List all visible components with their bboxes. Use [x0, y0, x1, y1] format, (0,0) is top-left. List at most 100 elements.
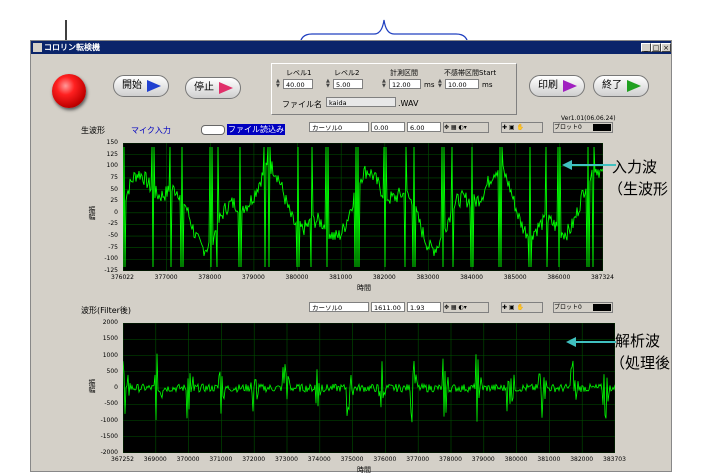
graph1-zoom-tools[interactable]: ✚ ▣ ✋ [501, 122, 543, 133]
graph2-ytick: 1000 [102, 351, 118, 359]
graph2-ytick: 2000 [102, 319, 118, 326]
graph1-cursor-x[interactable]: 0.00 [371, 122, 405, 132]
start-button[interactable]: 開始 [113, 75, 169, 97]
graph2-xtick: 383703 [603, 456, 626, 463]
graph2-xtick: 377000 [406, 456, 430, 463]
graph2-xtick: 378000 [439, 456, 462, 463]
graph1-ytick: 150 [106, 139, 118, 146]
window-title: コロリン転検機 [44, 43, 100, 52]
exit-button[interactable]: 終了 [593, 75, 649, 97]
graph1-ytick: -25 [108, 220, 118, 228]
file-read-label: ファイル読込み [227, 124, 285, 135]
level2-spinner-icon[interactable]: ▲ ▼ [326, 79, 331, 89]
level1-field[interactable]: 40.00 [283, 79, 313, 89]
graph2-xtick: 374000 [307, 456, 331, 463]
filename-field[interactable]: kaida [326, 97, 396, 107]
filename-label: ファイル名 [282, 100, 322, 109]
graph1-xlabel: 時間 [357, 284, 371, 292]
graph1-ytick: 0 [114, 208, 118, 216]
graph2-cursor-select[interactable]: カーソル0 [309, 302, 369, 312]
graph2-xtick: 380000 [504, 456, 528, 463]
dead-band-unit: ms [482, 81, 493, 89]
input-mode-toggle[interactable] [201, 125, 225, 135]
graph2-xtick: 373000 [275, 456, 298, 463]
graph1-xtick: 379000 [241, 274, 265, 281]
graph1-ytick: -75 [108, 243, 118, 251]
measure-label: 計測区間 [390, 69, 418, 77]
measure-spinner-icon[interactable]: ▲ ▼ [382, 79, 387, 89]
graph2-xtick: 379000 [471, 456, 495, 463]
arrow-right-icon [147, 80, 161, 92]
level2-label: レベル2 [334, 69, 360, 77]
arrow-right-icon [627, 80, 641, 92]
level2-field[interactable]: 5.00 [333, 79, 363, 89]
stop-label: 停止 [194, 82, 214, 93]
stop-button[interactable]: 停止 [185, 77, 241, 99]
graph1-ytick: 25 [110, 197, 118, 205]
filename-extension: .WAV [398, 99, 419, 108]
analysis-wave-annotation-sub: （処理後 [610, 354, 671, 372]
graph2-ytick: 500 [106, 367, 118, 375]
version-label: Ver1.01(06.06.24) [561, 115, 616, 122]
graph2-plot-area[interactable] [122, 322, 616, 454]
graph2-cursor-y[interactable]: 1.93 [407, 302, 441, 312]
graph2-xtick: 381000 [537, 456, 561, 463]
graph2-xtick: 371000 [209, 456, 233, 463]
measure-field[interactable]: 12.00 [389, 79, 421, 89]
print-label: 印刷 [538, 80, 558, 91]
graph2-xtick: 369000 [143, 456, 167, 463]
graph1-xtick: 376022 [111, 274, 134, 281]
graph1-xtick: 384000 [460, 274, 483, 281]
graph1-ytick: -100 [104, 255, 118, 263]
analysis-arrow-head [566, 337, 576, 347]
graph1-cursor-select[interactable]: カーソル0 [309, 122, 369, 132]
maximize-icon[interactable]: □ [651, 43, 661, 52]
graph1-xtick: 381000 [329, 274, 353, 281]
graph2-xtick: 367252 [111, 456, 134, 463]
graph1-ytick: -50 [108, 232, 118, 240]
arrow-right-icon [219, 82, 233, 94]
minimize-icon[interactable]: _ [641, 43, 651, 52]
input-arrow-head [562, 160, 572, 170]
graph2-cursor-tools[interactable]: ✥ ▦ ◐▾ [443, 302, 489, 313]
graph1-xtick: 377000 [154, 274, 178, 281]
graph2-title: 波形(Filter後) [81, 306, 132, 315]
graph1-plot-label: プロット0 [554, 124, 582, 131]
status-led [52, 74, 86, 108]
settings-panel: レベル1 ▲ ▼ 40.00 レベル2 ▲ ▼ 5.00 計測区間 ▲ ▼ 12.00… [271, 63, 517, 115]
level1-spinner-icon[interactable]: ▲ ▼ [276, 79, 281, 89]
dead-band-spinner-icon[interactable]: ▲ ▼ [438, 79, 443, 89]
input-wave-annotation-sub: （生波形 [608, 180, 669, 198]
raw-wave-trace [122, 146, 604, 268]
graph2-ytick: -1500 [100, 432, 118, 440]
graph1-ytick: 100 [106, 162, 118, 170]
graph1-cursor-y[interactable]: 6.00 [407, 122, 441, 132]
measure-unit: ms [424, 81, 435, 89]
analysis-wave-annotation: 解析波 [615, 332, 661, 350]
graph2-cursor-x[interactable]: 1611.00 [371, 302, 405, 312]
graph2-xtick: 370000 [176, 456, 200, 463]
graph2-xtick: 375000 [340, 456, 364, 463]
dead-band-field[interactable]: 10.00 [445, 79, 479, 89]
graph1-cursor-tools[interactable]: ✥ ▦ ◐▾ [443, 122, 489, 133]
start-label: 開始 [122, 80, 142, 91]
graph1-ytick: 125 [106, 150, 118, 158]
title-bar: コロリン転検機 _ □ × [31, 41, 671, 54]
arrow-right-icon [563, 80, 577, 92]
graph1-ylabel: 振幅 [88, 206, 96, 220]
print-button[interactable]: 印刷 [529, 75, 585, 97]
graph1-legend-swatch [593, 124, 611, 131]
graph2-ylabel: 振幅 [88, 379, 96, 393]
graph2-zoom-tools[interactable]: ✚ ▣ ✋ [501, 302, 543, 313]
dead-band-label: 不感帯区間Start [444, 69, 497, 77]
graph2-xtick: 382000 [570, 456, 594, 463]
graph2-ytick: -2000 [100, 449, 118, 456]
close-icon[interactable]: × [661, 43, 671, 52]
level1-label: レベル1 [286, 69, 312, 77]
graph1-xtick: 382000 [372, 274, 396, 281]
graph1-plot-area[interactable] [122, 142, 604, 272]
graph1-xtick: 378000 [198, 274, 222, 281]
graph1-title: 生波形 [81, 126, 105, 135]
graph1-xtick: 385000 [503, 274, 527, 281]
graph1-xtick: 383000 [416, 274, 440, 281]
